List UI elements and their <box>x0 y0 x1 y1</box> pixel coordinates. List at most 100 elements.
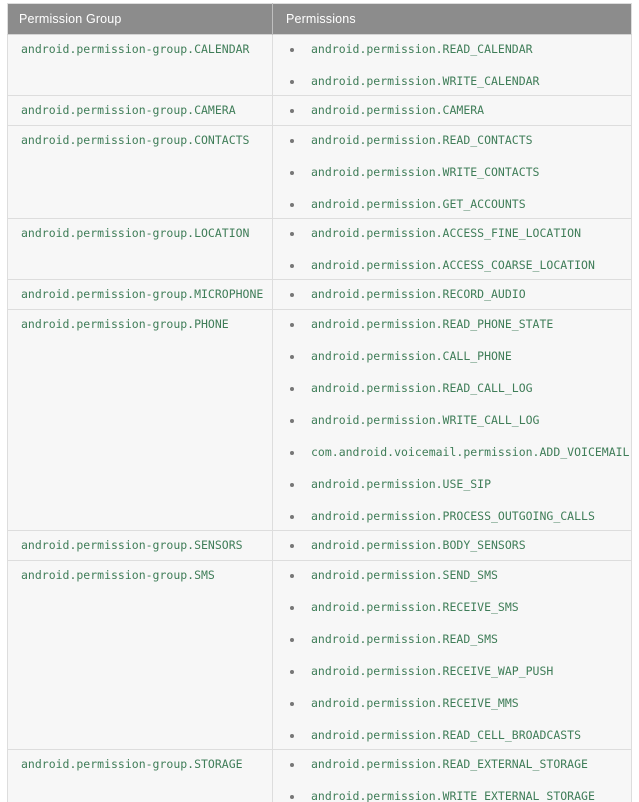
bullet-dot-icon <box>290 48 294 52</box>
list-item: android.permission.ACCESS_COARSE_LOCATIO… <box>273 259 625 272</box>
list-item: android.permission.BODY_SENSORS <box>273 539 625 552</box>
permissions-list: android.permission.READ_EXTERNAL_STORAGE… <box>273 750 631 802</box>
permission-name: android.permission.CALL_PHONE <box>311 349 512 363</box>
permissions-cell: android.permission.SEND_SMS android.permi… <box>272 560 632 750</box>
column-header-permission-group: Permission Group <box>7 3 273 35</box>
permission-name: android.permission.READ_CONTACTS <box>311 133 533 147</box>
bullet-dot-icon <box>290 483 294 487</box>
bullet-dot-icon <box>290 638 294 642</box>
bullet-dot-icon <box>290 139 294 143</box>
permissions-cell: android.permission.BODY_SENSORS <box>272 530 632 561</box>
permissions-cell: android.permission.READ_EXTERNAL_STORAGE… <box>272 749 632 802</box>
permission-name: android.permission.GET_ACCOUNTS <box>311 197 526 211</box>
list-item: android.permission.CALL_PHONE <box>273 350 625 363</box>
permission-name: android.permission.RECEIVE_SMS <box>311 600 519 614</box>
permissions-cell: android.permission.CAMERA <box>272 95 632 126</box>
bullet-dot-icon <box>290 702 294 706</box>
table-body: android.permission-group.CALENDAR android… <box>7 34 632 802</box>
permissions-list: android.permission.READ_CALENDAR android.… <box>273 35 631 95</box>
table-header: Permission Group Permissions <box>7 3 632 35</box>
permission-group-cell: android.permission-group.STORAGE <box>7 749 273 802</box>
permission-name: android.permission.ACCESS_FINE_LOCATION <box>311 226 582 240</box>
permission-name: android.permission.READ_SMS <box>311 632 498 646</box>
permissions-cell: android.permission.READ_PHONE_STATE andro… <box>272 309 632 531</box>
permission-group-cell: android.permission-group.CALENDAR <box>7 34 273 96</box>
list-item: android.permission.READ_CELL_BROADCASTS <box>273 729 625 742</box>
permission-name: android.permission.WRITE_EXTERNAL_STORAG… <box>311 789 595 802</box>
permission-group-name: android.permission-group.SENSORS <box>21 538 243 552</box>
permissions-list: android.permission.READ_PHONE_STATE andro… <box>273 310 631 530</box>
permissions-list: android.permission.SEND_SMS android.permi… <box>273 561 631 749</box>
android-permission-groups-table: Permission Group Permissions android.per… <box>7 3 632 802</box>
table-row: android.permission-group.STORAGE android.… <box>7 749 632 802</box>
list-item: android.permission.PROCESS_OUTGOING_CALL… <box>273 510 625 523</box>
bullet-dot-icon <box>290 419 294 423</box>
permissions-cell: android.permission.RECORD_AUDIO <box>272 279 632 310</box>
list-item: android.permission.WRITE_EXTERNAL_STORAG… <box>273 790 625 802</box>
permissions-list: android.permission.CAMERA <box>273 96 631 124</box>
list-item: android.permission.READ_CALL_LOG <box>273 382 625 395</box>
list-item: android.permission.READ_CONTACTS <box>273 134 625 147</box>
list-item: android.permission.CAMERA <box>273 104 625 117</box>
permission-name: android.permission.READ_EXTERNAL_STORAGE <box>311 757 588 771</box>
permission-name: android.permission.PROCESS_OUTGOING_CALL… <box>311 509 595 523</box>
table-row: android.permission-group.CALENDAR android… <box>7 34 632 96</box>
permissions-cell: android.permission.READ_CONTACTS android.… <box>272 125 632 219</box>
permission-name: android.permission.BODY_SENSORS <box>311 538 526 552</box>
bullet-dot-icon <box>290 734 294 738</box>
permission-group-name: android.permission-group.CAMERA <box>21 103 236 117</box>
list-item: android.permission.READ_EXTERNAL_STORAGE <box>273 758 625 771</box>
table-row: android.permission-group.PHONE android.pe… <box>7 309 632 531</box>
permission-group-cell: android.permission-group.LOCATION <box>7 218 273 280</box>
table-row: android.permission-group.MICROPHONE andro… <box>7 279 632 310</box>
bullet-dot-icon <box>290 606 294 610</box>
bullet-dot-icon <box>290 293 294 297</box>
table-row: android.permission-group.LOCATION android… <box>7 218 632 280</box>
permission-name: android.permission.READ_CALL_LOG <box>311 381 533 395</box>
bullet-dot-icon <box>290 80 294 84</box>
permission-name: android.permission.SEND_SMS <box>311 568 498 582</box>
list-item: android.permission.WRITE_CALENDAR <box>273 75 625 88</box>
table-row: android.permission-group.SENSORS android.… <box>7 530 632 561</box>
permission-name: android.permission.WRITE_CALENDAR <box>311 74 540 88</box>
permission-name: android.permission.RECEIVE_MMS <box>311 696 519 710</box>
permission-name: android.permission.RECEIVE_WAP_PUSH <box>311 664 554 678</box>
permission-name: android.permission.WRITE_CALL_LOG <box>311 413 540 427</box>
table-row: android.permission-group.SMS android.perm… <box>7 560 632 750</box>
permission-name: android.permission.READ_CALENDAR <box>311 42 533 56</box>
permission-name: android.permission.CAMERA <box>311 103 485 117</box>
list-item: com.android.voicemail.permission.ADD_VOI… <box>273 446 630 459</box>
permission-group-name: android.permission-group.STORAGE <box>21 757 243 771</box>
bullet-dot-icon <box>290 264 294 268</box>
bullet-dot-icon <box>290 451 294 455</box>
permissions-list: android.permission.BODY_SENSORS <box>273 531 631 559</box>
permissions-table-container: Permission Group Permissions android.per… <box>0 0 639 802</box>
bullet-dot-icon <box>290 574 294 578</box>
bullet-dot-icon <box>290 232 294 236</box>
list-item: android.permission.READ_SMS <box>273 633 625 646</box>
table-row: android.permission-group.CONTACTS android… <box>7 125 632 219</box>
permission-name: com.android.voicemail.permission.ADD_VOI… <box>311 445 630 459</box>
bullet-dot-icon <box>290 544 294 548</box>
permission-group-cell: android.permission-group.SENSORS <box>7 530 273 561</box>
bullet-dot-icon <box>290 670 294 674</box>
column-header-permissions: Permissions <box>272 3 632 35</box>
permissions-list: android.permission.ACCESS_FINE_LOCATIONa… <box>273 219 631 279</box>
permission-name: android.permission.READ_CELL_BROADCASTS <box>311 728 582 742</box>
bullet-dot-icon <box>290 109 294 113</box>
permission-group-cell: android.permission-group.CAMERA <box>7 95 273 126</box>
permissions-list: android.permission.READ_CONTACTS android.… <box>273 126 631 218</box>
permission-name: android.permission.ACCESS_COARSE_LOCATIO… <box>311 258 595 272</box>
permission-group-name: android.permission-group.SMS <box>21 568 215 582</box>
permission-group-cell: android.permission-group.PHONE <box>7 309 273 531</box>
bullet-dot-icon <box>290 387 294 391</box>
bullet-dot-icon <box>290 203 294 207</box>
list-item: android.permission.READ_CALENDAR <box>273 43 625 56</box>
bullet-dot-icon <box>290 323 294 327</box>
list-item: android.permission.SEND_SMS <box>273 569 625 582</box>
list-item: android.permission.USE_SIP <box>273 478 625 491</box>
permission-group-cell: android.permission-group.CONTACTS <box>7 125 273 219</box>
permission-group-name: android.permission-group.CALENDAR <box>21 42 250 56</box>
permission-name: android.permission.WRITE_CONTACTS <box>311 165 540 179</box>
table-header-row: Permission Group Permissions <box>7 3 632 35</box>
